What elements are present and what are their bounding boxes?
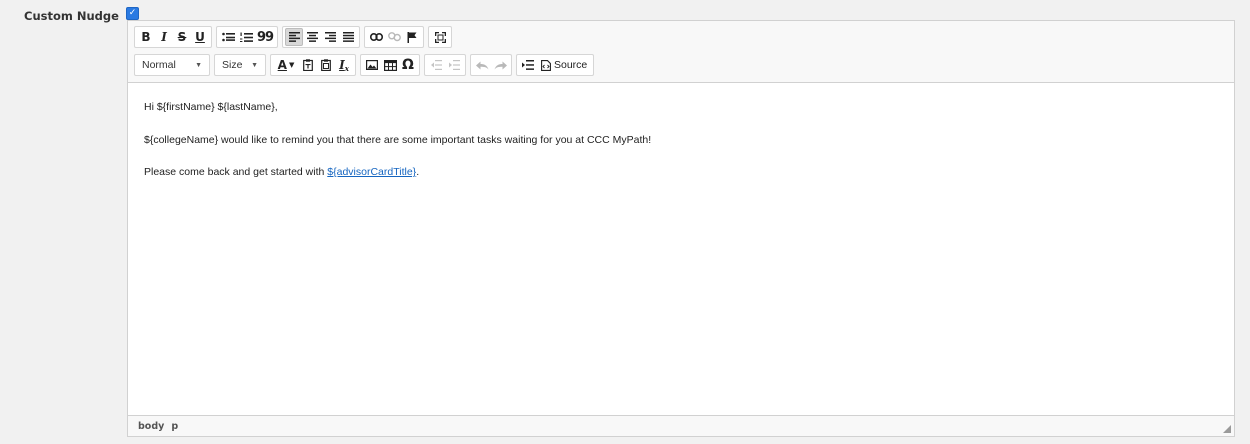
cta-prefix: Please come back and get started with bbox=[144, 166, 328, 179]
cta-suffix: . bbox=[416, 166, 420, 179]
basic-styles-group: B I S U bbox=[134, 26, 212, 48]
chevron-down-icon: ▼ bbox=[251, 61, 258, 69]
format-combo-value: Normal bbox=[142, 59, 176, 71]
anchor-flag-icon[interactable] bbox=[403, 28, 421, 46]
undo-icon[interactable] bbox=[473, 56, 491, 74]
underline-button[interactable]: U bbox=[191, 28, 209, 46]
greeting-line: Hi ${firstName} ${lastName}, bbox=[144, 101, 278, 113]
source-label: Source bbox=[554, 59, 588, 71]
resize-handle-icon[interactable] bbox=[1223, 425, 1231, 433]
align-left-icon[interactable] bbox=[285, 28, 304, 46]
text-color-button[interactable]: A ▼ bbox=[273, 56, 299, 74]
source-button[interactable]: Source bbox=[537, 56, 591, 74]
maximize-group bbox=[428, 26, 453, 48]
size-combo-value: Size bbox=[222, 59, 243, 71]
align-group bbox=[282, 26, 361, 48]
remove-format-x-icon: x bbox=[344, 63, 349, 73]
blockquote-button[interactable]: 99 bbox=[255, 28, 275, 46]
unlink-icon[interactable] bbox=[385, 28, 403, 46]
custom-nudge-checkbox[interactable]: ✓ bbox=[126, 7, 139, 20]
format-combo[interactable]: Normal ▼ bbox=[134, 54, 210, 76]
outdent-icon[interactable] bbox=[427, 56, 445, 74]
link-group bbox=[364, 26, 425, 48]
advisor-card-link[interactable]: ${advisorCardTitle} bbox=[327, 166, 416, 178]
clipboard-group: A ▼ Ix bbox=[270, 54, 356, 76]
indent-icon[interactable] bbox=[445, 56, 463, 74]
text-color-icon: A bbox=[277, 58, 287, 72]
indent-group bbox=[424, 54, 466, 76]
italic-button[interactable]: I bbox=[155, 28, 173, 46]
path-item-body[interactable]: body bbox=[138, 421, 164, 432]
special-char-button[interactable]: Ω bbox=[399, 56, 417, 74]
list-group: 99 bbox=[216, 26, 279, 48]
strikethrough-button[interactable]: S bbox=[173, 28, 191, 46]
source-icon bbox=[541, 59, 551, 71]
editor-content-area[interactable]: Hi ${firstName} ${lastName}, ${collegeNa… bbox=[128, 83, 1234, 415]
redo-icon[interactable] bbox=[491, 56, 509, 74]
numbered-list-icon[interactable] bbox=[237, 28, 255, 46]
call-to-action-line: Please come back and get started with ${… bbox=[144, 166, 1218, 180]
history-group bbox=[470, 54, 512, 76]
show-blocks-icon[interactable] bbox=[519, 56, 537, 74]
table-icon[interactable] bbox=[381, 56, 399, 74]
source-group: Source bbox=[516, 54, 595, 76]
bold-button[interactable]: B bbox=[137, 28, 155, 46]
chevron-down-icon: ▼ bbox=[195, 61, 202, 69]
maximize-icon[interactable] bbox=[431, 28, 449, 46]
bulleted-list-icon[interactable] bbox=[219, 28, 237, 46]
align-right-icon[interactable] bbox=[321, 28, 339, 46]
element-path-bar: body p bbox=[128, 415, 1234, 436]
link-icon[interactable] bbox=[367, 28, 385, 46]
chevron-down-icon: ▼ bbox=[288, 61, 295, 69]
paste-text-icon[interactable] bbox=[299, 56, 317, 74]
align-center-icon[interactable] bbox=[303, 28, 321, 46]
paste-word-icon[interactable] bbox=[317, 56, 335, 74]
toolbar-row-1: B I S U 99 bbox=[134, 26, 456, 48]
size-combo[interactable]: Size ▼ bbox=[214, 54, 266, 76]
rich-text-editor: B I S U 99 Normal ▼ Size ▼ A ▼ I x Ω Sou… bbox=[127, 20, 1235, 437]
reminder-line: ${collegeName} would like to remind you … bbox=[144, 133, 652, 146]
path-item-p[interactable]: p bbox=[171, 421, 178, 432]
image-icon[interactable] bbox=[363, 56, 381, 74]
remove-format-button[interactable]: Ix bbox=[335, 56, 353, 74]
editor-toolbar: B I S U 99 Normal ▼ Size ▼ A ▼ I x Ω Sou… bbox=[128, 21, 1234, 83]
justify-icon[interactable] bbox=[339, 28, 357, 46]
field-label: Custom Nudge bbox=[24, 9, 119, 23]
insert-group: Ω bbox=[360, 54, 420, 76]
toolbar-row-2: Normal ▼ Size ▼ A ▼ Ix Ω Source bbox=[134, 54, 598, 76]
